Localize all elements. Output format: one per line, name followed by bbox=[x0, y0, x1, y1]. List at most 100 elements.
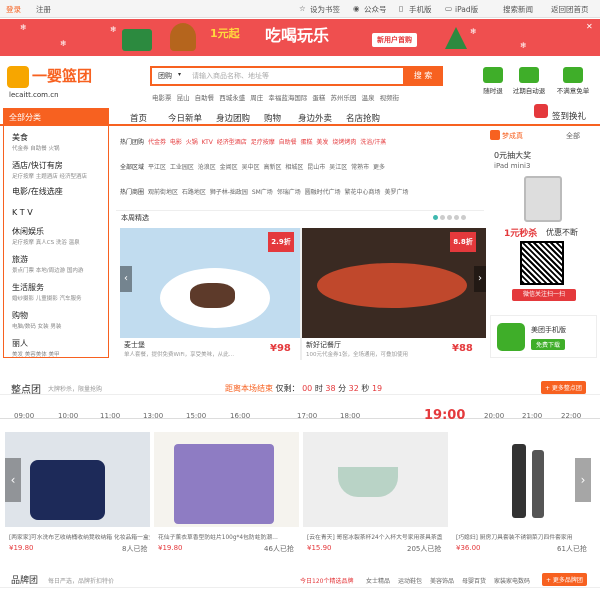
product-price: ¥19.80 bbox=[9, 544, 34, 552]
right-column: 梦成真 全部 0元抽大奖 iPad mini3 1元秒杀 优惠不断 微信关注扫一… bbox=[490, 126, 597, 358]
time-slot[interactable]: 20:00 bbox=[484, 412, 504, 420]
brand-tab[interactable]: 运动鞋包 bbox=[398, 576, 422, 585]
flash-sale-title[interactable]: 1元秒杀 bbox=[504, 226, 537, 239]
deal-price: ¥88 bbox=[452, 343, 473, 354]
prize-item[interactable]: iPad mini3 bbox=[494, 162, 530, 170]
deal-card[interactable]: 2.9折 麦士堡 单人套餐，提供免费WiFi，享受美味，从此… ¥98 bbox=[120, 228, 300, 360]
app-download-button[interactable]: 免费下载 bbox=[531, 339, 566, 350]
deal-card[interactable]: 8.8折 新好记餐厅 100元代金券1张，全场通用，可叠加使用 ¥88 bbox=[302, 228, 486, 360]
filter-label: 热门商圈 bbox=[120, 189, 145, 196]
category-sub[interactable]: 足疗按摩 主题酒店 经济型酒店 bbox=[12, 172, 87, 180]
bookmark-link[interactable]: 设为书签 bbox=[310, 4, 340, 15]
logo-basket-icon bbox=[7, 66, 29, 88]
chevron-down-icon: ▾ bbox=[178, 71, 182, 78]
brand-tab[interactable]: 美容饰品 bbox=[430, 576, 454, 585]
more-brand-button[interactable]: + 更多品牌团 bbox=[542, 573, 587, 586]
slider-dots[interactable] bbox=[433, 214, 475, 220]
mobile-link[interactable]: 手机版 bbox=[409, 4, 432, 15]
category-movie[interactable]: 电影/在线选座 bbox=[12, 186, 63, 197]
filter-options[interactable]: 平江区 工业园区 沧浪区 金阊区 吴中区 高新区 相城区 昆山市 吴江区 常熟市… bbox=[148, 164, 385, 171]
category-sub[interactable]: 代金券 自助餐 火锅 bbox=[12, 144, 60, 152]
storage-box-image bbox=[30, 460, 105, 520]
news-link[interactable]: 搜索新闻 bbox=[503, 4, 533, 15]
time-slot[interactable]: 17:00 bbox=[297, 412, 317, 420]
hot-words[interactable]: 电影票 昆山 自助餐 西城永盛 周庄 幸福蓝海国际 蛋糕 苏州乐园 温泉 视频街 bbox=[152, 92, 399, 102]
time-slot[interactable]: 15:00 bbox=[186, 412, 206, 420]
products-next-button[interactable]: › bbox=[575, 458, 591, 502]
search-button[interactable]: 搜 索 bbox=[403, 66, 443, 86]
brand-tab[interactable]: 家装家电数码 bbox=[494, 576, 530, 585]
time-slot[interactable]: 13:00 bbox=[143, 412, 163, 420]
brand-tab[interactable]: 女士精品 bbox=[366, 576, 390, 585]
brand-tab[interactable]: 母婴百货 bbox=[462, 576, 486, 585]
weekly-title: 本周精选 bbox=[121, 214, 149, 222]
ipad-link[interactable]: iPad版 bbox=[455, 4, 478, 15]
time-slot[interactable]: 21:00 bbox=[522, 412, 542, 420]
filter-options[interactable]: 代金券 电影 火锅 KTV 经济型酒店 足疗按摩 自助餐 蛋糕 美发 烧烤烤肉 … bbox=[148, 139, 386, 146]
prize-title[interactable]: 0元抽大奖 bbox=[494, 150, 531, 161]
category-travel[interactable]: 旅游 bbox=[12, 254, 28, 265]
category-shopping[interactable]: 购物 bbox=[12, 310, 28, 321]
time-slot-current[interactable]: 19:00 bbox=[424, 408, 465, 423]
promo-banner[interactable]: ❄ ❄ ❄ ❄ ❄ 1元起 吃喝玩乐 新用户首购 ✕ bbox=[0, 19, 600, 56]
filter-row-district: 热门商圈 观前街地区 石路地区 狮子林-拙政园 SM广场 邻瑞广场 圆融时代广场… bbox=[120, 187, 408, 196]
product-card[interactable]: [两家家]可水洗布艺收纳桶收纳凳收纳箱 化妆品箱一盒多物件收纳… ¥19.80 … bbox=[5, 432, 150, 557]
search-input[interactable]: 请输入商品名称、地址等 bbox=[192, 71, 269, 81]
nav-item-shopping[interactable]: 购物 bbox=[264, 112, 281, 124]
time-slot[interactable]: 09:00 bbox=[14, 412, 34, 420]
app-promo[interactable]: 美团手机版 免费下载 bbox=[490, 315, 597, 358]
slider-prev-button[interactable]: ‹ bbox=[120, 266, 132, 292]
nav-item-famous[interactable]: 名店抢购 bbox=[346, 112, 380, 124]
slider-next-button[interactable]: › bbox=[474, 266, 486, 292]
back-home-link[interactable]: 返回团首页 bbox=[551, 4, 589, 15]
nav-item-home[interactable]: 首页 bbox=[130, 112, 147, 124]
all-categories-tab[interactable]: 全部分类 bbox=[3, 108, 109, 126]
countdown-days: 00 bbox=[302, 384, 313, 393]
product-desc: [两家家]可水洗布艺收纳桶收纳凳收纳箱 化妆品箱一盒多物件收纳… bbox=[9, 535, 150, 541]
nav-item-takeaway[interactable]: 身边外卖 bbox=[298, 112, 332, 124]
category-sub[interactable]: 婚纱摄影 儿童摄影 汽车服务 bbox=[12, 294, 82, 302]
banner-cta[interactable]: 新用户首购 bbox=[372, 33, 417, 47]
product-card[interactable]: [云在青天] 哥窑冰裂茶杯24个入杯大号家用茶具茶盏 ¥15.90 205人已抢 bbox=[303, 432, 448, 557]
time-slot[interactable]: 16:00 bbox=[230, 412, 250, 420]
category-sub[interactable]: 景点门票 本地/周边游 国内游 bbox=[12, 266, 83, 274]
brand-subtitle: 每日严选，品牌折扣特价 bbox=[48, 578, 115, 585]
nav-item-nearby[interactable]: 身边团购 bbox=[216, 112, 250, 124]
time-slot[interactable]: 10:00 bbox=[58, 412, 78, 420]
register-link[interactable]: 注册 bbox=[36, 4, 51, 15]
products-prev-button[interactable]: ‹ bbox=[5, 458, 21, 502]
time-slot[interactable]: 22:00 bbox=[561, 412, 581, 420]
filter-row-area: 全部区域 平江区 工业园区 沧浪区 金阊区 吴中区 高新区 相城区 昆山市 吴江… bbox=[120, 162, 385, 171]
category-hotel[interactable]: 酒店/快订有房 bbox=[12, 160, 63, 171]
search-box[interactable]: 团购 ▾ 请输入商品名称、地址等 bbox=[150, 66, 430, 86]
filter-options[interactable]: 观前街地区 石路地区 狮子林-拙政园 SM广场 邻瑞广场 圆融时代广场 繁花中心… bbox=[148, 189, 409, 196]
service-auto-refund: 过期自动退 bbox=[510, 67, 548, 95]
site-logo[interactable]: 一婴篮团 lecaitt.com.cn bbox=[7, 62, 112, 102]
house-icon bbox=[122, 29, 152, 51]
wechat-follow-button[interactable]: 微信关注扫一扫 bbox=[512, 289, 576, 301]
category-food[interactable]: 美食 bbox=[12, 132, 28, 143]
nav-item-today[interactable]: 今日新单 bbox=[168, 112, 202, 124]
category-sub[interactable]: 足疗按摩 真人CS 洗浴 温泉 bbox=[12, 238, 80, 246]
snowflake-icon: ❄ bbox=[520, 41, 527, 50]
product-card[interactable]: 花仙子薰衣草香型防蛀片100g*4包防蛀防潮… ¥19.80 46人已抢 bbox=[154, 432, 299, 557]
deal-desc: 单人套餐，提供免费WiFi，享受美味，从此… bbox=[124, 352, 235, 358]
time-slot[interactable]: 11:00 bbox=[100, 412, 120, 420]
category-ktv[interactable]: K T V bbox=[12, 208, 33, 217]
sign-in-link[interactable]: 签到换礼 bbox=[552, 110, 586, 122]
wechat-link[interactable]: 公众号 bbox=[364, 4, 387, 15]
top-bar: 登录 注册 ☆ 设为书签 ◉ 公众号 ▯ 手机版 ▭ iPad版 搜索新闻 返回… bbox=[0, 0, 600, 18]
deal-name: 新好记餐厅 bbox=[306, 341, 341, 349]
deal-name: 麦士堡 bbox=[124, 341, 145, 349]
category-leisure[interactable]: 休闲娱乐 bbox=[12, 226, 44, 237]
category-sub[interactable]: 美发 美容美体 美甲 bbox=[12, 350, 60, 358]
search-scope[interactable]: 团购 bbox=[158, 71, 172, 81]
time-slot[interactable]: 18:00 bbox=[340, 412, 360, 420]
category-life[interactable]: 生活服务 bbox=[12, 282, 44, 293]
more-countdown-button[interactable]: + 更多整点团 bbox=[541, 381, 586, 394]
close-icon[interactable]: ✕ bbox=[586, 22, 593, 31]
category-sub[interactable]: 电脑/数码 女装 男装 bbox=[12, 322, 61, 330]
login-link[interactable]: 登录 bbox=[6, 4, 21, 15]
lottery-all-link[interactable]: 全部 bbox=[566, 131, 580, 141]
category-beauty[interactable]: 丽人 bbox=[12, 338, 28, 349]
